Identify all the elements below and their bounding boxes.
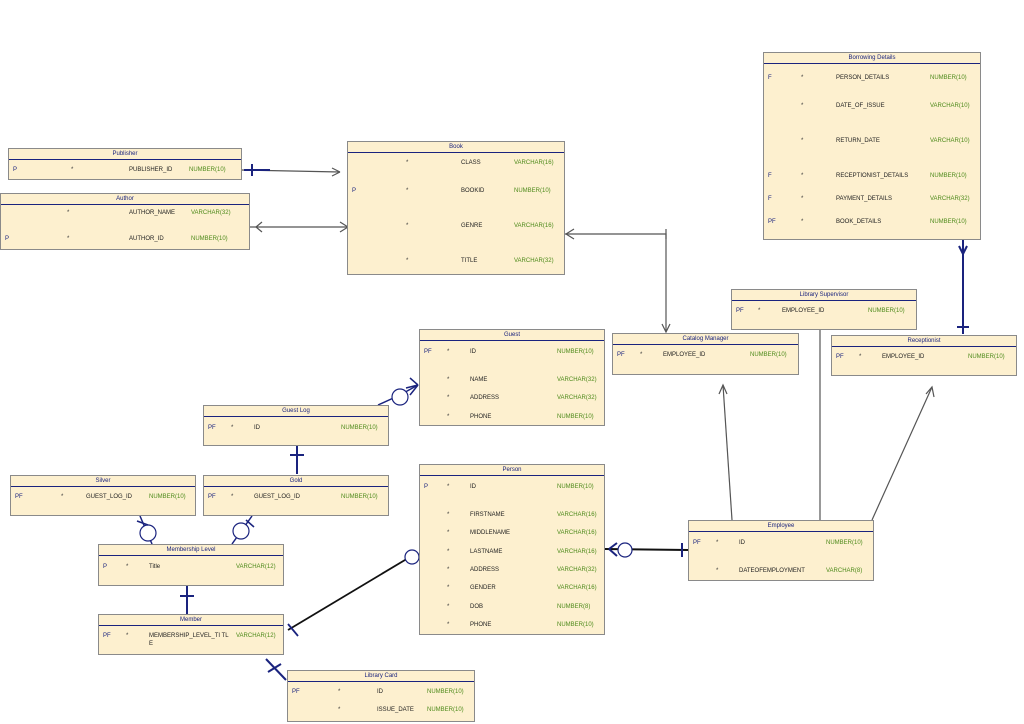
entity-row: PF * ID NUMBER(10) (693, 540, 863, 546)
entity-row: * AUTHOR_NAME VARCHAR(32) (67, 210, 231, 216)
entity-title: Library Card (288, 671, 474, 682)
entity-row: * DATE_OF_ISSUE VARCHAR(10) (801, 103, 970, 109)
entity-row: * ISSUE_DATE NUMBER(10) (338, 707, 464, 713)
entity-row: * PHONE NUMBER(10) (447, 414, 594, 420)
entity-row: * CLASS VARCHAR(16) (406, 160, 554, 166)
entity-row: F * PERSON_DETAILS NUMBER(10) (768, 75, 967, 81)
entity-title: Author (1, 194, 249, 205)
entity-row: * TITLE VARCHAR(32) (406, 258, 554, 264)
entity-title: Member (99, 615, 283, 626)
entity-title: Guest Log (204, 406, 388, 417)
entity-row: PF * EMPLOYEE_ID NUMBER(10) (736, 308, 905, 314)
entity-receptionist[interactable]: Receptionist PF * EMPLOYEE_ID NUMBER(10) (831, 335, 1017, 376)
entity-row: PF * GUEST_LOG_ID NUMBER(10) (15, 494, 186, 500)
entity-row: PF * EMPLOYEE_ID NUMBER(10) (836, 354, 1005, 360)
er-diagram-canvas: Borrowing Details F * PERSON_DETAILS NUMBER… (0, 0, 1024, 724)
entity-row: PF * EMPLOYEE_ID NUMBER(10) (617, 352, 787, 358)
entity-title: Guest (420, 330, 604, 341)
entity-row: PF * GUEST_LOG_ID NUMBER(10) (208, 494, 378, 500)
entity-membership-level[interactable]: Membership Level P * Title VARCHAR(12) (98, 544, 284, 586)
entity-row: PF * ID NUMBER(10) (292, 689, 464, 695)
entity-row: PF * ID NUMBER(10) (208, 425, 378, 431)
entity-row: * ADDRESS VARCHAR(32) (447, 395, 597, 401)
entity-row: P * Title VARCHAR(12) (103, 564, 276, 570)
entity-row: * FIRSTNAME VARCHAR(16) (447, 512, 597, 518)
entity-row: * GENDER VARCHAR(16) (447, 585, 597, 591)
entity-title: Membership Level (99, 545, 283, 556)
optional-marker-icon (232, 522, 250, 540)
optional-marker-icon (391, 388, 409, 406)
entity-book[interactable]: Book * CLASS VARCHAR(16) P * BOOKID NUMBER(10… (347, 141, 565, 275)
entity-row: PF * ID NUMBER(10) (424, 349, 594, 355)
entity-gold[interactable]: Gold PF * GUEST_LOG_ID NUMBER(10) (203, 475, 389, 516)
entity-row: F * PAYMENT_DETAILS VARCHAR(32) (768, 196, 970, 202)
entity-row: * DATEOFEMPLOYMENT VARCHAR(8) (716, 568, 863, 574)
link-member-person (287, 556, 411, 631)
entity-row: * ADDRESS VARCHAR(32) (447, 567, 597, 573)
entity-guest-log[interactable]: Guest Log PF * ID NUMBER(10) (203, 405, 389, 446)
entity-title: Book (348, 142, 564, 153)
entity-title: Receptionist (832, 336, 1016, 347)
link-catalog-employee (722, 384, 733, 521)
crowfoot-icon (565, 228, 671, 334)
crowfoot-icon (405, 377, 419, 396)
entity-catalog-manager[interactable]: Catalog Manager PF * EMPLOYEE_ID NUMBER(10) (612, 333, 799, 375)
entity-guest[interactable]: Guest PF * ID NUMBER(10) * NAME VARCHAR(32) *… (419, 329, 605, 426)
entity-library-card[interactable]: Library Card PF * ID NUMBER(10) * ISSUE_DATE… (287, 670, 475, 722)
entity-silver[interactable]: Silver PF * GUEST_LOG_ID NUMBER(10) (10, 475, 196, 516)
entity-row: * GENRE VARCHAR(16) (406, 223, 554, 229)
link-member-librarycard (265, 658, 287, 681)
one-marker-icon (267, 663, 282, 673)
entity-title: Person (420, 465, 604, 476)
optional-marker-icon (404, 549, 420, 565)
entity-borrowing-details[interactable]: Borrowing Details F * PERSON_DETAILS NUMBER… (763, 52, 981, 240)
optional-marker-icon (139, 524, 157, 542)
entity-row: * PHONE NUMBER(10) (447, 622, 594, 628)
entity-row: * DOB NUMBER(8) (447, 604, 591, 610)
one-marker-icon (287, 547, 427, 637)
entity-row: * RETURN_DATE VARCHAR(10) (801, 138, 970, 144)
entity-title: Gold (204, 476, 388, 487)
entity-row: P * ID NUMBER(10) (424, 484, 594, 490)
entity-person[interactable]: Person P * ID NUMBER(10) * FIRSTNAME VARCHAR(… (419, 464, 605, 635)
entity-title: Silver (11, 476, 195, 487)
one-marker-icon (244, 164, 270, 176)
entity-library-supervisor[interactable]: Library Supervisor PF * EMPLOYEE_ID NUMBER(… (731, 289, 917, 330)
entity-row: * NAME VARCHAR(32) (447, 377, 597, 383)
optional-marker-icon (617, 542, 633, 558)
entity-row: PF * BOOK_DETAILS NUMBER(10) (768, 219, 967, 225)
entity-row: F * RECEPTIONIST_DETAILS NUMBER(10) (768, 173, 967, 179)
entity-title: Library Supervisor (732, 290, 916, 301)
entity-publisher[interactable]: Publisher P * PUBLISHER_ID NUMBER(10) (8, 148, 242, 180)
entity-title: Publisher (9, 149, 241, 160)
entity-row: P * BOOKID NUMBER(10) (352, 188, 551, 194)
entity-title: Catalog Manager (613, 334, 798, 345)
entity-row: * MIDDLENAME VARCHAR(16) (447, 530, 597, 536)
entity-author[interactable]: Author * AUTHOR_NAME VARCHAR(32) P * AUTHOR_… (0, 193, 250, 250)
entity-row: * LASTNAME VARCHAR(16) (447, 549, 597, 555)
entity-row: P * PUBLISHER_ID NUMBER(10) (13, 167, 226, 173)
entity-title: Employee (689, 521, 873, 532)
entity-member[interactable]: Member PF * MEMBERSHIP_LEVEL_TI TLE VARCHAR… (98, 614, 284, 655)
entity-row: PF * MEMBERSHIP_LEVEL_TI TLE VARCHAR(12) (103, 633, 276, 647)
entity-employee[interactable]: Employee PF * ID NUMBER(10) * DATEOFEMPLOYME… (688, 520, 874, 581)
entity-row: P * AUTHOR_ID NUMBER(10) (5, 236, 228, 242)
link-receptionist-employee (871, 386, 933, 521)
entity-title: Borrowing Details (764, 53, 980, 64)
link-book-catalog-manager (564, 233, 667, 332)
